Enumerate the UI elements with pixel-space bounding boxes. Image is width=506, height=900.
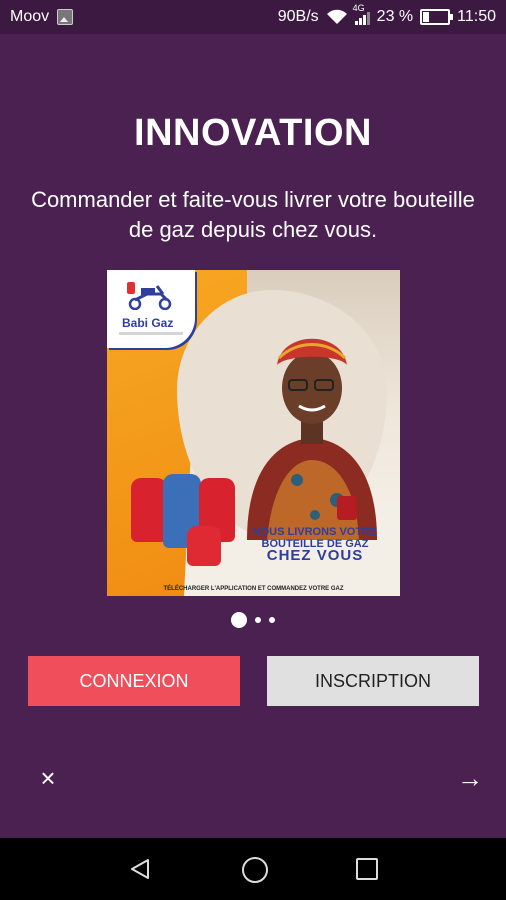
woman-with-phone-illustration bbox=[247, 338, 377, 540]
page-dot[interactable] bbox=[269, 617, 275, 623]
scooter-icon bbox=[127, 282, 172, 310]
signup-button[interactable]: INSCRIPTION bbox=[267, 656, 479, 706]
network-type-label: 4G bbox=[352, 3, 365, 13]
babi-gaz-logo: Babi Gaz bbox=[107, 270, 195, 348]
system-navigation-bar bbox=[0, 838, 506, 900]
clock: 11:50 bbox=[457, 8, 496, 25]
page-indicator bbox=[0, 612, 506, 628]
page-dot[interactable] bbox=[255, 617, 261, 623]
status-left: Moov bbox=[10, 8, 74, 26]
onboarding-title: INNOVATION bbox=[134, 112, 372, 154]
promo-slogan-line1: NOUS LIVRONS VOTRE bbox=[252, 526, 378, 538]
status-right: 90B/s 4G 23 % 11:50 bbox=[277, 3, 496, 26]
battery-percent: 23 % bbox=[376, 8, 414, 25]
gallery-notification-icon bbox=[57, 9, 74, 25]
page-dot-active[interactable] bbox=[231, 612, 247, 628]
battery-icon bbox=[420, 9, 454, 25]
promo-slogan-line3: CHEZ VOUS bbox=[266, 547, 364, 564]
back-icon[interactable] bbox=[128, 857, 152, 881]
next-arrow-icon[interactable]: → bbox=[456, 764, 484, 792]
gas-cylinder-red bbox=[131, 478, 167, 542]
login-button[interactable]: CONNEXION bbox=[28, 656, 240, 706]
close-icon[interactable]: × bbox=[34, 764, 62, 792]
promo-slogan: NOUS LIVRONS VOTRE BOUTEILLE DE GAZ CHEZ… bbox=[235, 526, 395, 564]
carrier-label: Moov bbox=[10, 8, 50, 25]
gas-cylinder-small-red bbox=[187, 526, 221, 566]
wifi-icon bbox=[326, 9, 347, 24]
logo-brand-text: Babi Gaz bbox=[122, 316, 174, 330]
onboarding-subtitle: Commander et faite-vous livrer votre bou… bbox=[31, 187, 475, 242]
net-speed: 90B/s bbox=[277, 8, 319, 25]
promo-image: Babi Gaz NOUS LIVRONS VOTRE BOUTEILLE DE… bbox=[107, 270, 400, 596]
promo-footer-text: TÉLÉCHARGER L'APPLICATION ET COMMANDEZ V… bbox=[163, 586, 344, 592]
logo-tagline-bar bbox=[119, 332, 183, 335]
recent-apps-icon[interactable] bbox=[356, 858, 378, 880]
network-type-icon: 4G bbox=[353, 3, 370, 25]
status-bar: Moov 90B/s 4G 23 % 11:50 bbox=[0, 0, 506, 34]
home-icon[interactable] bbox=[242, 857, 268, 883]
